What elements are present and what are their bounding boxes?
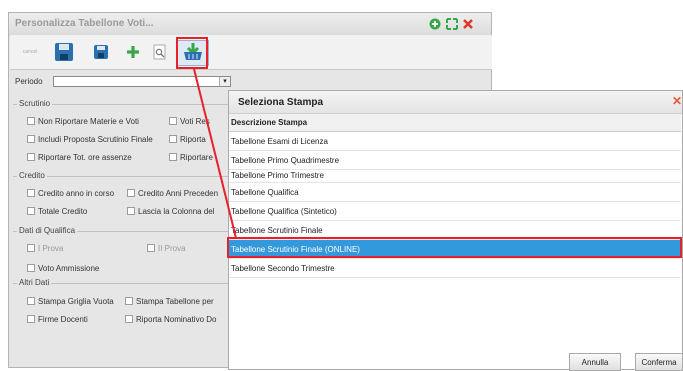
add-circle-icon[interactable]: [428, 17, 441, 30]
dialog-title-bar: Seleziona Stampa ✕: [229, 91, 682, 114]
table-row[interactable]: Tabellone Secondo Trimestre: [229, 259, 681, 278]
panel-title: Personalizza Tabellone Voti...: [15, 18, 154, 29]
table-row[interactable]: Tabellone Primo Quadrimestre: [229, 151, 681, 170]
toolbar: cancel: [10, 35, 492, 70]
checkbox-riportare[interactable]: Riportare: [169, 153, 213, 162]
highlight-box-selected-row: [227, 237, 682, 258]
conferma-button[interactable]: Conferma: [635, 353, 683, 371]
expand-icon[interactable]: [445, 17, 458, 30]
preview-icon[interactable]: [150, 39, 170, 65]
save-icon[interactable]: [51, 39, 77, 65]
checkbox-tot-ore-assenze[interactable]: Riportare Tot. ore assenze: [27, 153, 132, 162]
chevron-down-icon[interactable]: ▾: [219, 77, 230, 86]
add-icon[interactable]: [122, 39, 144, 65]
column-header-descrizione: Descrizione Stampa: [231, 118, 308, 127]
seleziona-stampa-dialog: Seleziona Stampa ✕ Descrizione Stampa Ta…: [228, 90, 683, 371]
periodo-label: Periodo: [15, 77, 43, 86]
checkbox-totale-credito[interactable]: Totale Credito: [27, 207, 87, 216]
checkbox-stampa-griglia[interactable]: Stampa Griglia Vuota: [27, 297, 114, 306]
checkbox-credito-anni-precedenti[interactable]: Credito Anni Preceden: [127, 189, 218, 198]
dialog-title: Seleziona Stampa: [238, 97, 324, 108]
credito-legend: Credito: [17, 171, 47, 180]
checkbox-firme-docenti[interactable]: Firme Docenti: [27, 315, 88, 324]
checkbox-voto-ammissione[interactable]: Voto Ammissione: [27, 264, 99, 273]
altri-dati-legend: Altri Dati: [17, 278, 52, 287]
dialog-close-icon[interactable]: ✕: [672, 94, 682, 108]
table-row[interactable]: Tabellone Qualifica (Sintetico): [229, 202, 681, 221]
checkbox-voti-res[interactable]: Voti Res: [169, 117, 210, 126]
annulla-button[interactable]: Annulla: [569, 353, 621, 371]
highlight-box-print-button: [176, 37, 208, 69]
checkbox-lascia-colonna[interactable]: Lascia la Colonna del: [127, 207, 215, 216]
table-row[interactable]: Tabellone Primo Trimestre: [229, 170, 681, 183]
checkbox-credito-anno[interactable]: Credito anno in corso: [27, 189, 114, 198]
panel-title-bar: Personalizza Tabellone Voti...: [9, 13, 491, 36]
cancel-button-label: cancel: [22, 49, 38, 55]
checkbox-i-prova[interactable]: I Prova: [27, 244, 63, 253]
checkbox-non-riportare-materie[interactable]: Non Riportare Materie e Voti: [27, 117, 139, 126]
checkbox-includi-proposta[interactable]: Includi Proposta Scrutinio Finale: [27, 135, 153, 144]
checkbox-riporta[interactable]: Riporta: [169, 135, 206, 144]
close-icon[interactable]: [461, 17, 474, 30]
periodo-select[interactable]: ▾: [53, 76, 231, 87]
checkbox-ii-prova[interactable]: II Prova: [147, 244, 186, 253]
checkbox-riporta-nominativo[interactable]: Riporta Nominativo Do: [125, 315, 216, 324]
table-header: Descrizione Stampa: [229, 114, 681, 132]
qualifica-legend: Dati di Qualifica: [17, 226, 78, 235]
cancel-button[interactable]: cancel: [13, 39, 47, 65]
save-small-icon[interactable]: [90, 39, 112, 65]
scrutinio-legend: Scrutinio: [17, 99, 53, 108]
table-row[interactable]: Tabellone Esami di Licenza: [229, 132, 681, 151]
checkbox-stampa-tabellone[interactable]: Stampa Tabellone per: [125, 297, 214, 306]
table-row[interactable]: Tabellone Qualifica: [229, 183, 681, 202]
